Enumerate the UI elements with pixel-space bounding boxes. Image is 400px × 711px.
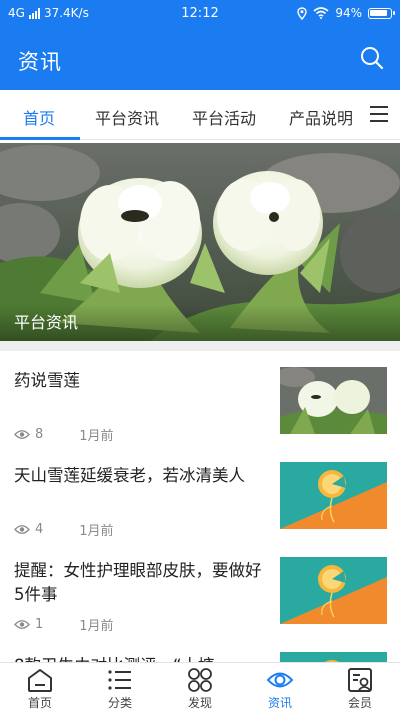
eye-icon <box>14 620 30 629</box>
nav-news[interactable]: 资讯 <box>240 663 320 711</box>
battery-percent: 94% <box>335 6 362 20</box>
bottom-navigation: 首页 分类 发现 资讯 会员 <box>0 662 400 711</box>
news-meta: 4 1月前 <box>14 520 114 539</box>
news-meta: 8 1月前 <box>14 425 114 444</box>
nav-label: 分类 <box>107 696 132 710</box>
app-header: 资讯 <box>0 28 400 90</box>
nav-label: 资讯 <box>267 696 292 710</box>
home-icon <box>28 669 52 692</box>
eye-icon <box>14 430 30 439</box>
publish-time: 1月前 <box>79 619 114 634</box>
search-button[interactable] <box>358 44 386 72</box>
tab-platform-news[interactable]: 平台资讯 <box>95 105 159 129</box>
discover-icon <box>188 668 212 692</box>
nav-discover[interactable]: 发现 <box>160 663 240 711</box>
category-tabs: 首页 平台资讯 平台活动 产品说明 <box>0 90 400 140</box>
section-divider <box>0 341 400 351</box>
news-title: 天山雪莲延缓衰老，若冰清美人 <box>14 466 245 485</box>
battery-icon <box>368 7 395 19</box>
search-icon <box>361 47 384 70</box>
location-icon <box>297 6 308 20</box>
status-bar: 4G 37.4K/s 12:12 94% <box>0 0 400 28</box>
nav-member[interactable]: 会员 <box>320 663 400 711</box>
page-title: 资讯 <box>18 50 62 74</box>
orange-graphic-thumbnail <box>280 462 387 529</box>
eye-icon <box>266 672 294 688</box>
nav-label: 发现 <box>187 696 212 710</box>
member-icon <box>348 668 372 692</box>
news-item[interactable]: 天山雪莲延缓衰老，若冰清美人 4 1月前 <box>0 450 400 545</box>
view-count: 1 <box>35 617 44 632</box>
tab-platform-events[interactable]: 平台活动 <box>192 105 256 129</box>
tabs-menu-icon[interactable] <box>370 106 388 122</box>
view-count: 4 <box>35 522 44 537</box>
orange-graphic-thumbnail <box>280 557 387 624</box>
news-thumbnail <box>280 367 387 434</box>
wifi-icon <box>313 7 329 19</box>
news-title: 药说雪莲 <box>14 371 80 390</box>
nav-label: 会员 <box>347 696 372 710</box>
publish-time: 1月前 <box>79 524 114 539</box>
list-icon <box>108 670 131 690</box>
news-thumbnail <box>280 557 387 624</box>
eye-icon <box>14 525 30 534</box>
view-count: 8 <box>35 427 44 442</box>
banner-caption: 平台资讯 <box>14 313 79 332</box>
news-item[interactable]: 提醒：女性护理眼部皮肤，要做好5件事 1 1月前 <box>0 545 400 640</box>
nav-label: 首页 <box>27 696 52 710</box>
tab-home[interactable]: 首页 <box>23 105 55 129</box>
news-title: 提醒：女性护理眼部皮肤，要做好5件事 <box>14 561 262 604</box>
nav-home[interactable]: 首页 <box>0 663 80 711</box>
news-meta: 1 1月前 <box>14 615 114 634</box>
active-tab-indicator <box>0 137 80 140</box>
publish-time: 1月前 <box>79 429 114 444</box>
nav-category[interactable]: 分类 <box>80 663 160 711</box>
news-item[interactable]: 药说雪莲 8 1月前 <box>0 355 400 450</box>
banner-carousel[interactable]: 平台资讯 <box>0 143 400 341</box>
snow-lotus-thumbnail <box>280 367 387 434</box>
tab-product-info[interactable]: 产品说明 <box>289 105 353 129</box>
news-thumbnail <box>280 462 387 529</box>
